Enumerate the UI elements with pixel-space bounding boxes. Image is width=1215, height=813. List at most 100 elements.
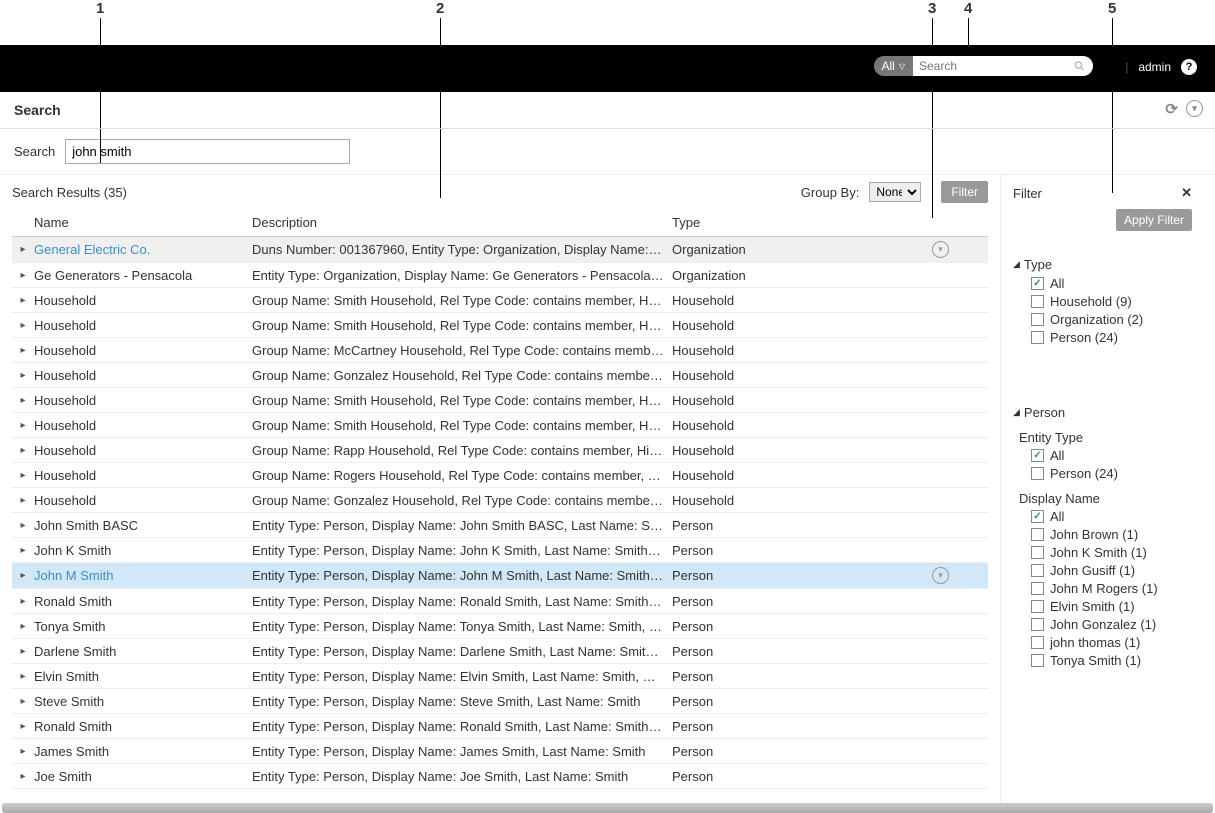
filter-option[interactable]: John Brown (1)	[1031, 527, 1192, 542]
filter-option[interactable]: Organization (2)	[1031, 312, 1192, 327]
expand-icon[interactable]: ▸	[12, 545, 34, 556]
table-row[interactable]: ▸HouseholdGroup Name: Smith Household, R…	[12, 288, 988, 313]
search-scope-label: All	[882, 59, 895, 73]
row-name: Tonya Smith	[34, 619, 252, 634]
table-row[interactable]: ▸HouseholdGroup Name: Smith Household, R…	[12, 313, 988, 338]
checkbox-icon[interactable]	[1031, 528, 1044, 541]
expand-icon[interactable]: ▸	[12, 244, 34, 255]
table-row[interactable]: ▸John M SmithEntity Type: Person, Displa…	[12, 563, 988, 589]
row-type: Household	[672, 493, 932, 508]
expand-icon[interactable]: ▸	[12, 771, 34, 782]
expand-icon[interactable]: ▸	[12, 320, 34, 331]
table-row[interactable]: ▸Steve SmithEntity Type: Person, Display…	[12, 689, 988, 714]
filter-option[interactable]: Elvin Smith (1)	[1031, 599, 1192, 614]
expand-icon[interactable]: ▸	[12, 696, 34, 707]
filter-section-type[interactable]: ◢ Type	[1013, 257, 1192, 272]
global-search-field[interactable]	[913, 56, 1093, 76]
table-row[interactable]: ▸Tonya SmithEntity Type: Person, Display…	[12, 614, 988, 639]
apply-filter-button[interactable]: Apply Filter	[1116, 209, 1192, 231]
row-name[interactable]: General Electric Co.	[34, 242, 252, 257]
table-row[interactable]: ▸HouseholdGroup Name: Smith Household, R…	[12, 388, 988, 413]
table-row[interactable]: ▸Ronald SmithEntity Type: Person, Displa…	[12, 714, 988, 739]
expand-icon[interactable]: ▸	[12, 596, 34, 607]
filter-option[interactable]: Household (9)	[1031, 294, 1192, 309]
row-name[interactable]: John M Smith	[34, 568, 252, 583]
global-search-input[interactable]	[919, 59, 1074, 73]
expand-icon[interactable]: ▸	[12, 646, 34, 657]
checkbox-icon[interactable]	[1031, 582, 1044, 595]
help-icon[interactable]: ?	[1181, 59, 1197, 75]
expand-icon[interactable]: ▸	[12, 345, 34, 356]
expand-icon[interactable]: ▸	[12, 370, 34, 381]
checkbox-icon[interactable]	[1031, 618, 1044, 631]
checkbox-icon[interactable]	[1031, 564, 1044, 577]
username-label[interactable]: admin	[1138, 60, 1171, 74]
checkbox-icon[interactable]	[1031, 277, 1044, 290]
filter-button[interactable]: Filter	[941, 181, 988, 203]
table-row[interactable]: ▸Joe SmithEntity Type: Person, Display N…	[12, 764, 988, 789]
horizontal-scrollbar[interactable]	[2, 803, 1213, 813]
table-row[interactable]: ▸John Smith BASCEntity Type: Person, Dis…	[12, 513, 988, 538]
table-row[interactable]: ▸James SmithEntity Type: Person, Display…	[12, 739, 988, 764]
expand-icon[interactable]: ▸	[12, 721, 34, 732]
filter-option[interactable]: Person (24)	[1031, 330, 1192, 345]
checkbox-icon[interactable]	[1031, 467, 1044, 480]
row-action-icon[interactable]: ▾	[932, 567, 972, 584]
filter-option[interactable]: All	[1031, 509, 1192, 524]
filter-option[interactable]: Tonya Smith (1)	[1031, 653, 1192, 668]
checkbox-icon[interactable]	[1031, 295, 1044, 308]
filter-section-person[interactable]: ◢ Person	[1013, 405, 1192, 420]
filter-option[interactable]: All	[1031, 448, 1192, 463]
expand-icon[interactable]: ▸	[12, 495, 34, 506]
expand-icon[interactable]: ▸	[12, 395, 34, 406]
table-row[interactable]: ▸Ronald SmithEntity Type: Person, Displa…	[12, 589, 988, 614]
row-action-icon[interactable]: ▾	[932, 241, 972, 258]
checkbox-icon[interactable]	[1031, 600, 1044, 613]
table-row[interactable]: ▸HouseholdGroup Name: Rogers Household, …	[12, 463, 988, 488]
checkbox-icon[interactable]	[1031, 546, 1044, 559]
filter-option[interactable]: John M Rogers (1)	[1031, 581, 1192, 596]
table-row[interactable]: ▸HouseholdGroup Name: Smith Household, R…	[12, 413, 988, 438]
search-scope-dropdown[interactable]: All ▽	[874, 56, 914, 76]
table-row[interactable]: ▸General Electric Co.Duns Number: 001367…	[12, 237, 988, 263]
col-name[interactable]: Name	[34, 215, 252, 230]
filter-option[interactable]: John Gonzalez (1)	[1031, 617, 1192, 632]
table-row[interactable]: ▸HouseholdGroup Name: Rapp Household, Re…	[12, 438, 988, 463]
checkbox-icon[interactable]	[1031, 331, 1044, 344]
row-type: Person	[672, 619, 932, 634]
checkbox-icon[interactable]	[1031, 636, 1044, 649]
filter-option[interactable]: All	[1031, 276, 1192, 291]
expand-icon[interactable]: ▸	[12, 570, 34, 581]
col-type[interactable]: Type	[672, 215, 932, 230]
refresh-icon[interactable]: ⟳	[1165, 100, 1178, 118]
expand-icon[interactable]: ▸	[12, 470, 34, 481]
expand-icon[interactable]: ▸	[12, 671, 34, 682]
expand-icon[interactable]: ▸	[12, 746, 34, 757]
search-input[interactable]	[65, 139, 350, 164]
table-row[interactable]: ▸HouseholdGroup Name: Gonzalez Household…	[12, 363, 988, 388]
checkbox-icon[interactable]	[1031, 654, 1044, 667]
checkbox-icon[interactable]	[1031, 510, 1044, 523]
table-row[interactable]: ▸Elvin SmithEntity Type: Person, Display…	[12, 664, 988, 689]
groupby-select[interactable]: None	[869, 182, 921, 202]
table-row[interactable]: ▸John K SmithEntity Type: Person, Displa…	[12, 538, 988, 563]
table-row[interactable]: ▸Ge Generators - PensacolaEntity Type: O…	[12, 263, 988, 288]
filter-option[interactable]: John K Smith (1)	[1031, 545, 1192, 560]
expand-icon[interactable]: ▸	[12, 270, 34, 281]
filter-option[interactable]: Person (24)	[1031, 466, 1192, 481]
filter-option[interactable]: John Gusiff (1)	[1031, 563, 1192, 578]
expand-icon[interactable]: ▸	[12, 420, 34, 431]
expand-icon[interactable]: ▸	[12, 621, 34, 632]
table-row[interactable]: ▸HouseholdGroup Name: McCartney Househol…	[12, 338, 988, 363]
dropdown-action-icon[interactable]: ▾	[1186, 100, 1203, 117]
table-row[interactable]: ▸Darlene SmithEntity Type: Person, Displ…	[12, 639, 988, 664]
expand-icon[interactable]: ▸	[12, 445, 34, 456]
expand-icon[interactable]: ▸	[12, 520, 34, 531]
table-row[interactable]: ▸HouseholdGroup Name: Gonzalez Household…	[12, 488, 988, 513]
col-description[interactable]: Description	[252, 215, 672, 230]
expand-icon[interactable]: ▸	[12, 295, 34, 306]
close-icon[interactable]: ✕	[1181, 185, 1192, 201]
checkbox-icon[interactable]	[1031, 313, 1044, 326]
checkbox-icon[interactable]	[1031, 449, 1044, 462]
filter-option[interactable]: john thomas (1)	[1031, 635, 1192, 650]
